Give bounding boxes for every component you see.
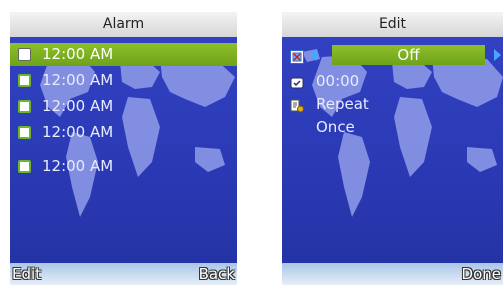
alarm-state-icon bbox=[290, 48, 304, 64]
alarm-row-5[interactable]: 12:00 AM bbox=[10, 155, 237, 178]
alarm-checkbox-1[interactable] bbox=[18, 48, 31, 61]
alarm-checkbox-4[interactable] bbox=[18, 126, 31, 139]
alarm-time-1: 12:00 AM bbox=[42, 45, 114, 63]
repeat-value-row[interactable]: Once bbox=[282, 116, 503, 138]
alarm-softkey-bar: Edit Back bbox=[10, 263, 237, 285]
done-softkey[interactable]: Done bbox=[462, 264, 501, 284]
alarm-row-2[interactable]: 12:00 AM bbox=[10, 69, 237, 92]
edit-softkey-bar: Done bbox=[282, 263, 503, 285]
alarm-checkbox-5[interactable] bbox=[18, 160, 31, 173]
alarm-row-1[interactable]: 12:00 AM bbox=[10, 43, 237, 66]
repeat-label: Repeat bbox=[316, 95, 369, 113]
edit-title: Edit bbox=[282, 12, 503, 37]
repeat-row[interactable]: Repeat bbox=[282, 93, 503, 115]
alarm-checkbox-3[interactable] bbox=[18, 100, 31, 113]
repeat-value: Once bbox=[316, 118, 355, 136]
edit-screen: Edit Off 00:00 Repeat Once Done bbox=[282, 12, 503, 285]
alarm-checkbox-2[interactable] bbox=[18, 74, 31, 87]
alarm-screen: Alarm 12:00 AM 12:00 AM 12:00 AM 12:00 A… bbox=[10, 12, 237, 285]
alarm-time-4: 12:00 AM bbox=[42, 123, 114, 141]
alarm-state-value[interactable]: Off bbox=[332, 45, 485, 65]
back-softkey[interactable]: Back bbox=[199, 264, 235, 284]
state-left-arrow-icon[interactable] bbox=[310, 49, 317, 61]
repeat-icon bbox=[290, 97, 304, 113]
alarm-row-3[interactable]: 12:00 AM bbox=[10, 95, 237, 118]
alarm-time-3: 12:00 AM bbox=[42, 97, 114, 115]
alarm-time-value: 00:00 bbox=[316, 72, 360, 90]
alarm-time-row[interactable]: 00:00 bbox=[282, 70, 503, 92]
alarm-state-row[interactable]: Off bbox=[282, 44, 503, 66]
alarm-row-4[interactable]: 12:00 AM bbox=[10, 121, 237, 144]
state-right-arrow-icon[interactable] bbox=[494, 49, 501, 61]
edit-softkey[interactable]: Edit bbox=[12, 264, 41, 284]
alarm-time-5: 12:00 AM bbox=[42, 157, 114, 175]
alarm-time-2: 12:00 AM bbox=[42, 71, 114, 89]
alarm-title: Alarm bbox=[10, 12, 237, 37]
clock-icon bbox=[290, 74, 304, 89]
